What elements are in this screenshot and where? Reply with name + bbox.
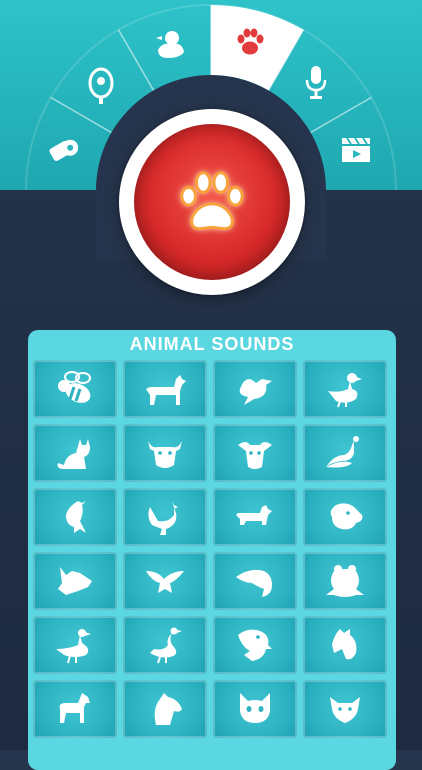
wolf-icon <box>58 567 92 595</box>
animal-tile-dog[interactable] <box>123 360 207 418</box>
duck-icon <box>156 31 184 58</box>
paw-icon <box>180 171 244 231</box>
animal-tile-dog-head[interactable] <box>303 488 387 546</box>
animal-grid <box>33 360 391 738</box>
animal-tile-bee[interactable] <box>33 360 117 418</box>
crow-icon <box>66 501 86 533</box>
fox-icon <box>330 697 360 723</box>
animal-tile-horse-bust[interactable] <box>123 680 207 738</box>
bird-icon <box>239 379 272 405</box>
dial-segment-duck[interactable] <box>156 31 184 58</box>
horse-bust-icon <box>154 693 182 725</box>
horse-icon <box>59 693 90 723</box>
animal-tile-cat-face[interactable] <box>213 680 297 738</box>
animal-tile-peacock[interactable] <box>303 424 387 482</box>
animal-sounds-panel: ANIMAL SOUNDS <box>28 330 396 770</box>
animal-tile-duck[interactable] <box>303 360 387 418</box>
small-dog-icon <box>236 505 272 525</box>
peacock-icon <box>326 436 359 468</box>
animal-tile-horse[interactable] <box>33 680 117 738</box>
animal-tile-rooster[interactable] <box>123 488 207 546</box>
animal-tile-frog[interactable] <box>303 552 387 610</box>
bull-icon <box>148 441 182 468</box>
horse-head-icon <box>332 629 357 660</box>
cat-face-icon <box>240 693 270 723</box>
animal-tile-swan[interactable] <box>123 616 207 674</box>
microphone-icon <box>305 66 327 99</box>
animal-tile-horse-head[interactable] <box>303 616 387 674</box>
dog-head-icon <box>330 503 363 530</box>
animal-tile-cat[interactable] <box>33 424 117 482</box>
swan-icon <box>150 627 182 664</box>
panel-title: ANIMAL SOUNDS <box>129 334 295 354</box>
animal-tile-crow[interactable] <box>33 488 117 546</box>
dog-icon <box>146 375 186 405</box>
bee-icon <box>58 371 91 403</box>
eagle-head-icon <box>236 569 272 597</box>
dial-segment-bell[interactable] <box>88 67 114 104</box>
animal-tile-sheep[interactable] <box>213 424 297 482</box>
play-sound-button[interactable] <box>134 124 290 280</box>
animal-tile-bull[interactable] <box>123 424 207 482</box>
clapperboard-icon <box>342 137 370 162</box>
animal-tile-goose[interactable] <box>33 616 117 674</box>
eagle-icon <box>238 629 272 661</box>
duck-icon <box>328 373 362 408</box>
center-button-ring <box>119 109 305 295</box>
animal-tile-fox[interactable] <box>303 680 387 738</box>
cat-icon <box>57 439 90 469</box>
dove-icon <box>146 571 184 593</box>
animal-tile-dove[interactable] <box>123 552 207 610</box>
whistle-icon <box>49 139 79 161</box>
bell-icon <box>88 67 114 104</box>
animal-tile-bird[interactable] <box>213 360 297 418</box>
dial-segment-microphone[interactable] <box>305 66 327 99</box>
dial-segment-clapperboard[interactable] <box>342 137 370 162</box>
sheep-icon <box>238 442 272 469</box>
animal-tile-eagle-head[interactable] <box>213 552 297 610</box>
goose-icon <box>56 629 91 664</box>
dial-segment-whistle[interactable] <box>48 136 81 165</box>
rooster-icon <box>148 501 178 535</box>
frog-icon <box>326 565 364 597</box>
animal-tile-wolf[interactable] <box>33 552 117 610</box>
animal-tile-eagle[interactable] <box>213 616 297 674</box>
animal-tile-small-dog[interactable] <box>213 488 297 546</box>
